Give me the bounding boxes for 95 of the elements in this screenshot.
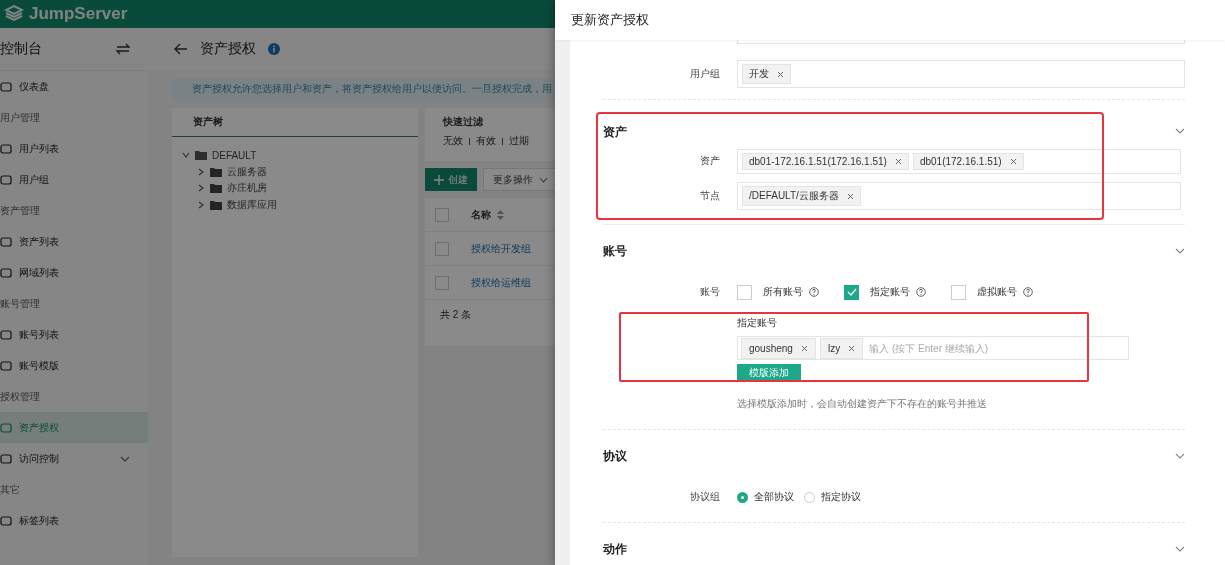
tag: /DEFAULT/云服务器 xyxy=(742,186,861,206)
sidebar-item[interactable]: 账号模版 xyxy=(0,350,148,381)
checkbox[interactable] xyxy=(435,241,449,256)
sidebar-item[interactable]: 用户组 xyxy=(0,164,148,195)
chevron-icon[interactable] xyxy=(1175,546,1185,552)
logo-text: JumpServer xyxy=(29,4,128,24)
folder-icon xyxy=(210,166,222,177)
filter-title: 快速过滤 xyxy=(443,116,484,129)
section-title: 资产 xyxy=(603,123,627,141)
logo-icon xyxy=(4,4,24,24)
sidebar-group-label: 用户管理 xyxy=(0,110,41,125)
more-actions-button[interactable]: 更多操作 xyxy=(483,168,558,191)
folder-icon xyxy=(210,199,222,210)
plus-icon xyxy=(434,174,444,185)
filter-option[interactable]: 有效 xyxy=(476,135,496,148)
checkbox[interactable] xyxy=(435,275,449,290)
total-count: 共 2 条 xyxy=(439,308,472,322)
tag: 开发 xyxy=(742,64,791,84)
field-label: 指定账号 xyxy=(737,316,778,330)
column-header[interactable]: 名称 xyxy=(471,207,491,222)
radio-label[interactable]: 指定协议 xyxy=(821,490,861,504)
field-label: 协议组 xyxy=(689,490,720,504)
chevron-icon[interactable] xyxy=(1175,128,1185,134)
filter-option[interactable]: 无效 xyxy=(443,135,463,148)
table-link[interactable]: 授权给运维组 xyxy=(471,275,531,290)
radio-label[interactable]: 全部协议 xyxy=(754,490,794,504)
close-icon[interactable] xyxy=(777,70,784,78)
help-icon[interactable] xyxy=(809,287,819,297)
tag-input-field[interactable]: gousheng lzy 输入 (按下 Enter 继续输入) xyxy=(737,336,1129,360)
sidebar-item[interactable]: 资产列表 xyxy=(0,226,148,257)
checkbox[interactable] xyxy=(737,284,752,300)
checkbox[interactable] xyxy=(844,284,859,300)
help-icon[interactable] xyxy=(916,287,926,297)
chevron-icon[interactable] xyxy=(197,200,205,209)
sidebar-item[interactable]: 标签列表 xyxy=(0,505,148,536)
sidebar-item[interactable]: 账号列表 xyxy=(0,319,148,350)
field-label: 节点 xyxy=(699,189,720,203)
chevron-icon[interactable] xyxy=(182,151,190,160)
user-group-field[interactable]: 开发 xyxy=(737,60,1185,88)
section-title: 协议 xyxy=(603,447,627,465)
field-label: 账号 xyxy=(699,285,720,299)
tag: db01(172.16.1.51) xyxy=(912,152,1024,170)
tag-select-field[interactable]: /DEFAULT/云服务器 xyxy=(737,182,1181,210)
close-icon[interactable] xyxy=(800,344,808,352)
help-text: 选择模版添加时，会自动创建资产下不存在的账号并推送 xyxy=(737,397,988,411)
close-icon[interactable] xyxy=(1009,157,1017,165)
drawer-title: 更新资产授权 xyxy=(571,11,649,29)
tree-node[interactable]: 数据库应用 xyxy=(227,197,277,212)
tag: db01-172.16.1.51(172.16.1.51) xyxy=(742,152,909,170)
chevron-icon[interactable] xyxy=(197,167,205,176)
field-label: 用户组 xyxy=(689,67,720,81)
chevron-icon[interactable] xyxy=(197,184,205,193)
checkbox[interactable] xyxy=(951,284,966,300)
sidebar-item[interactable]: 用户列表 xyxy=(0,133,148,164)
chevron-icon[interactable] xyxy=(1175,453,1185,459)
back-icon[interactable] xyxy=(174,43,188,55)
radio-button[interactable] xyxy=(737,491,748,503)
info-icon[interactable] xyxy=(268,43,280,55)
page-title: 资产授权 xyxy=(200,40,256,58)
folder-icon xyxy=(195,150,207,161)
sidebar-group-label: 授权管理 xyxy=(0,389,41,404)
section-title: 动作 xyxy=(603,540,627,558)
sidebar-group-label: 账号管理 xyxy=(0,296,41,311)
checkbox-label[interactable]: 虚拟账号 xyxy=(977,285,1017,299)
swap-icon[interactable] xyxy=(116,43,130,55)
tag: lzy xyxy=(819,337,864,359)
tag-select-field[interactable]: db01-172.16.1.51(172.16.1.51) db01(172.16.1.51) xyxy=(737,148,1181,174)
create-button[interactable]: 创建 xyxy=(425,168,477,191)
tree-node[interactable]: DEFAULT xyxy=(212,149,257,161)
chevron-icon xyxy=(120,455,130,462)
close-icon[interactable] xyxy=(846,192,854,200)
checkbox[interactable] xyxy=(435,207,449,222)
sidebar-title: 控制台 xyxy=(0,40,42,58)
sidebar-group-label: 其它 xyxy=(0,482,21,497)
sidebar-item[interactable]: 网域列表 xyxy=(0,257,148,288)
chevron-icon xyxy=(539,176,548,183)
tree-node[interactable]: 云服务器 xyxy=(227,164,267,179)
checkbox-label[interactable]: 所有账号 xyxy=(763,285,803,299)
sidebar-item[interactable]: 访问控制 xyxy=(0,443,148,474)
sidebar-item[interactable]: 仪表盘 xyxy=(0,71,148,102)
sort-icon[interactable] xyxy=(497,209,504,220)
tree-tab[interactable]: 资产树 xyxy=(172,108,418,137)
close-icon[interactable] xyxy=(848,344,856,352)
close-icon[interactable] xyxy=(894,157,902,165)
sidebar-group-label: 资产管理 xyxy=(0,203,41,218)
folder-icon xyxy=(210,183,222,194)
table-link[interactable]: 授权给开发组 xyxy=(471,241,531,256)
help-icon[interactable] xyxy=(1023,287,1033,297)
tree-node[interactable]: 亦庄机房 xyxy=(227,181,267,196)
chevron-icon[interactable] xyxy=(1175,248,1185,254)
section-title: 账号 xyxy=(603,242,627,260)
field-label: 资产 xyxy=(699,154,720,168)
checkbox-label[interactable]: 指定账号 xyxy=(870,285,910,299)
filter-option[interactable]: 过期 xyxy=(509,135,529,148)
tag: gousheng xyxy=(741,337,816,359)
